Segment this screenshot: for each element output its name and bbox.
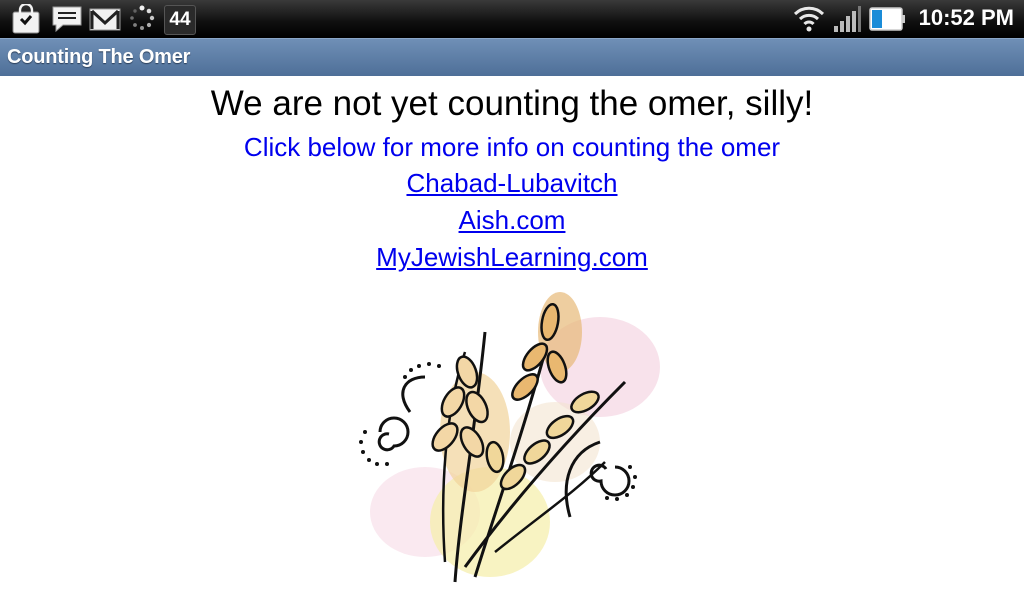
signal-icon <box>834 6 861 32</box>
gmail-icon <box>89 8 121 31</box>
chabad-link[interactable]: Chabad-Lubavitch <box>0 165 1024 202</box>
battery-icon <box>869 7 905 31</box>
app-title: Counting The Omer <box>7 46 191 68</box>
info-subline: Click below for more info on counting th… <box>243 132 781 162</box>
clock: 10:52 PM <box>918 5 1014 30</box>
myjewishlearning-link[interactable]: MyJewishLearning.com <box>0 239 1024 276</box>
chat-icon <box>52 6 82 33</box>
main-content: We are not yet counting the omer, silly!… <box>0 76 1024 276</box>
status-bar: 44 10:52 PM <box>0 0 1024 38</box>
wheat-illustration-icon <box>359 292 660 583</box>
sync-icon <box>130 5 155 30</box>
shopping-bag-icon <box>12 4 40 34</box>
notification-count-badge: 44 <box>164 5 196 35</box>
wifi-icon <box>793 6 825 32</box>
aish-link[interactable]: Aish.com <box>0 202 1024 239</box>
app-title-bar: Counting The Omer <box>0 38 1024 76</box>
headline: We are not yet counting the omer, silly! <box>210 84 814 123</box>
